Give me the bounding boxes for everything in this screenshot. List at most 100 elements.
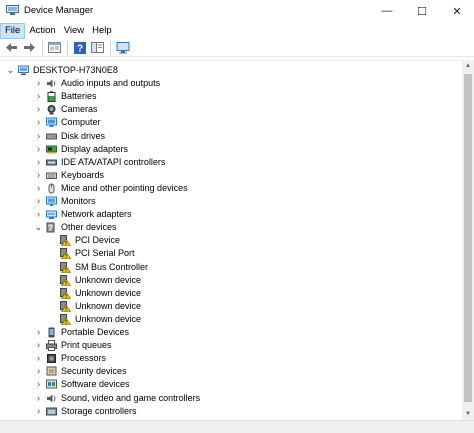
chevron-right-icon[interactable]: ›	[34, 196, 43, 207]
help-icon: ?	[73, 41, 86, 54]
chevron-right-icon[interactable]: ›	[34, 393, 43, 404]
tree-item-label: Unknown device	[75, 274, 142, 285]
tree-item-label: Batteries	[61, 91, 97, 102]
scrollbar-thumb[interactable]	[464, 74, 472, 402]
properties-icon	[48, 42, 61, 53]
properties-button[interactable]	[46, 40, 63, 55]
chevron-right-icon[interactable]: ›	[34, 144, 43, 155]
chevron-right-icon[interactable]: ›	[34, 209, 43, 220]
chevron-right-icon[interactable]: ›	[34, 104, 43, 115]
network-adapter-icon	[46, 210, 57, 220]
chevron-right-icon[interactable]: ›	[34, 170, 43, 181]
tree-device-item[interactable]: Unknown device	[0, 300, 460, 313]
device-manager-app-icon	[6, 5, 19, 15]
tree-category-item[interactable]: › Keyboards	[0, 169, 460, 182]
warning-device-icon	[60, 274, 71, 286]
warning-device-icon	[60, 287, 71, 299]
tree-category-item[interactable]: › Print queues	[0, 339, 460, 352]
scroll-up-arrow-icon[interactable]: ▲	[462, 60, 474, 72]
portable-devices-icon	[48, 327, 55, 338]
tree-category-item[interactable]: › Batteries	[0, 90, 460, 103]
menu-help[interactable]: Help	[88, 23, 116, 39]
device-tree[interactable]: ⌄ DESKTOP-H73N0E8 › Audio inputs and output…	[0, 60, 462, 420]
tree-item-label: Mice and other pointing devices	[61, 182, 188, 193]
scan-hardware-icon	[116, 41, 129, 53]
close-icon: ✕	[452, 5, 462, 18]
ide-controller-icon	[46, 159, 57, 166]
menu-bar: File Action View Help	[0, 22, 474, 39]
tree-item-label: Other devices	[61, 222, 117, 233]
toolbar-separator	[42, 40, 43, 55]
chevron-down-icon[interactable]: ⌄	[6, 65, 15, 76]
menu-file[interactable]: File	[0, 22, 26, 39]
chevron-right-icon[interactable]: ›	[34, 157, 43, 168]
tree-category-item[interactable]: › Computer	[0, 116, 460, 129]
chevron-right-icon[interactable]: ›	[34, 131, 43, 142]
tree-item-label: Unknown device	[75, 300, 142, 311]
tree-item-label: Software devices	[61, 379, 130, 390]
menu-view[interactable]: View	[60, 23, 88, 39]
show-hide-button[interactable]	[89, 40, 106, 55]
tree-category-item[interactable]: › Disk drives	[0, 130, 460, 143]
tree-category-item[interactable]: › Monitors	[0, 195, 460, 208]
chevron-right-icon[interactable]: ›	[34, 91, 43, 102]
chevron-right-icon[interactable]: ›	[34, 183, 43, 194]
status-bar	[0, 420, 474, 433]
tree-item-label: PCI Serial Port	[75, 248, 135, 259]
chevron-right-icon[interactable]: ›	[34, 379, 43, 390]
chevron-right-icon[interactable]: ›	[34, 353, 43, 364]
tree-category-item[interactable]: › Network adapters	[0, 208, 460, 221]
storage-controller-icon	[46, 407, 57, 416]
tree-device-item[interactable]: SM Bus Controller	[0, 261, 460, 274]
tree-device-item[interactable]: Unknown device	[0, 313, 460, 326]
tree-category-item[interactable]: › Audio inputs and outputs	[0, 77, 460, 90]
tree-category-item[interactable]: › IDE ATA/ATAPI controllers	[0, 156, 460, 169]
tree-category-item[interactable]: › Storage controllers	[0, 405, 460, 418]
help-button[interactable]: ?	[71, 40, 88, 55]
tree-item-label: Storage controllers	[61, 405, 137, 416]
tree-category-item[interactable]: › Software devices	[0, 378, 460, 391]
chevron-down-icon[interactable]: ⌄	[34, 222, 43, 233]
minimize-icon: —	[381, 5, 393, 17]
chevron-right-icon[interactable]: ›	[34, 78, 43, 89]
maximize-button[interactable]: ☐	[405, 0, 439, 22]
tree-category-item[interactable]: ⌄? Other devices	[0, 221, 460, 234]
scroll-down-arrow-icon[interactable]: ▼	[462, 408, 474, 420]
chevron-right-icon[interactable]: ›	[34, 406, 43, 417]
chevron-right-icon[interactable]: ›	[34, 340, 43, 351]
tree-item-label: IDE ATA/ATAPI controllers	[61, 156, 166, 167]
menu-action[interactable]: Action	[25, 23, 59, 39]
tree-category-item[interactable]: › Cameras	[0, 103, 460, 116]
tree-category-item[interactable]: › Portable Devices	[0, 326, 460, 339]
tree-device-item[interactable]: Unknown device	[0, 287, 460, 300]
back-icon	[6, 43, 17, 52]
tree-category-item[interactable]: › Security devices	[0, 365, 460, 378]
chevron-right-icon[interactable]: ›	[34, 327, 43, 338]
display-adapter-icon	[46, 145, 57, 154]
tree-device-item[interactable]: PCI Device	[0, 234, 460, 247]
tree-device-item[interactable]: PCI Serial Port	[0, 247, 460, 260]
close-button[interactable]: ✕	[440, 0, 474, 22]
sound-controller-icon	[47, 394, 56, 402]
tree-item-label: Keyboards	[61, 169, 105, 180]
tree-category-item[interactable]: › Sound, video and game controllers	[0, 392, 460, 405]
forward-button[interactable]	[21, 40, 38, 55]
computer-icon	[46, 117, 57, 128]
chevron-right-icon[interactable]: ›	[34, 117, 43, 128]
tree-root-computer[interactable]: ⌄ DESKTOP-H73N0E8	[0, 64, 460, 77]
warning-device-icon	[60, 248, 71, 260]
vertical-scrollbar[interactable]: ▲ ▼	[462, 60, 474, 420]
scan-hardware-button[interactable]	[114, 40, 131, 55]
tree-device-item[interactable]: Unknown device	[0, 274, 460, 287]
toolbar-separator	[67, 40, 68, 55]
back-button[interactable]	[3, 40, 20, 55]
tree-category-item[interactable]: › Display adapters	[0, 143, 460, 156]
tree-item-label: Sound, video and game controllers	[61, 392, 201, 403]
tree-category-item[interactable]: › Mice and other pointing devices	[0, 182, 460, 195]
show-hide-icon	[91, 42, 104, 53]
tree-item-label: DESKTOP-H73N0E8	[33, 65, 118, 75]
disk-drive-icon	[46, 133, 57, 139]
chevron-right-icon[interactable]: ›	[34, 366, 43, 377]
minimize-button[interactable]: —	[370, 0, 404, 22]
tree-category-item[interactable]: › Processors	[0, 352, 460, 365]
